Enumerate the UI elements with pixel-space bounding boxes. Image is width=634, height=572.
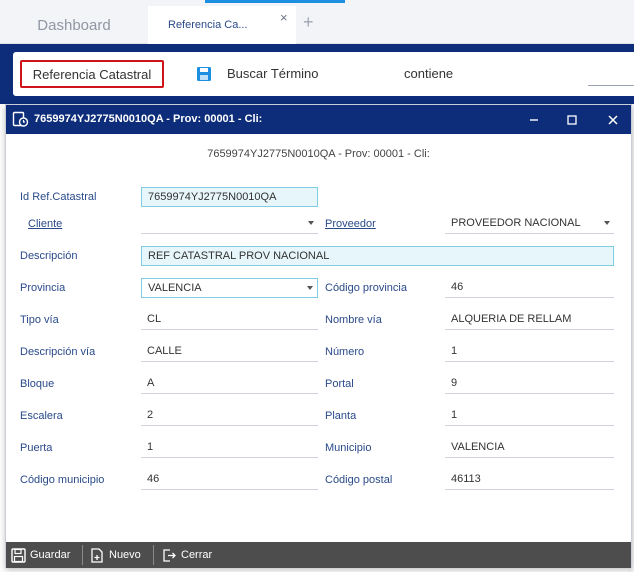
numero-field[interactable]: 1 [445, 342, 614, 362]
exit-icon [163, 548, 176, 562]
minimize-button[interactable] [523, 109, 545, 131]
puerta-field[interactable]: 1 [141, 438, 318, 458]
provincia-select[interactable]: VALENCIA [141, 278, 318, 298]
tab-close-icon[interactable]: × [280, 10, 288, 25]
cerrar-button[interactable]: Cerrar [162, 542, 212, 568]
cliente-select[interactable] [141, 214, 318, 234]
footer-divider [153, 545, 154, 565]
puerta-label: Puerta [20, 442, 53, 454]
nuevo-button[interactable]: Nuevo [90, 542, 141, 568]
tab-dashboard-label: Dashboard [37, 16, 111, 34]
portal-field[interactable]: 9 [445, 374, 614, 394]
dialog-footer: Guardar Nuevo Cerrar [6, 542, 631, 568]
active-tab-indicator [205, 0, 345, 3]
provincia-label: Provincia [20, 282, 66, 294]
provincia-value: VALENCIA [148, 282, 202, 294]
tab-dashboard[interactable]: Dashboard [0, 6, 148, 44]
dialog-title: 7659974YJ2775N0010QA - Prov: 00001 - Cli… [34, 113, 263, 125]
codigo-provincia-field[interactable]: 46 [445, 278, 614, 298]
proveedor-value: PROVEEDOR NACIONAL [451, 217, 581, 229]
dialog-header: 7659974YJ2775N0010QA - Prov: 00001 - Cli… [6, 105, 631, 134]
cerrar-label: Cerrar [181, 549, 213, 561]
escalera-label: Escalera [20, 410, 63, 422]
guardar-label: Guardar [30, 549, 71, 561]
codigo-provincia-label: Código provincia [325, 282, 407, 294]
add-tab-icon[interactable]: + [303, 12, 314, 33]
id-ref-catastral-label: Id Ref.Catastral [20, 191, 97, 203]
tab-referencia-label: Referencia Ca... [168, 19, 248, 31]
minimize-icon [530, 119, 538, 121]
escalera-field[interactable]: 2 [141, 406, 318, 426]
tab-bar: Dashboard Referencia Ca... × + [0, 0, 634, 44]
guardar-button[interactable]: Guardar [11, 542, 70, 568]
referencia-catastral-dialog: 7659974YJ2775N0010QA - Prov: 00001 - Cli… [5, 104, 632, 568]
nuevo-label: Nuevo [109, 549, 141, 561]
descripcion-field[interactable]: REF CATASTRAL PROV NACIONAL [141, 246, 614, 266]
nombre-via-field[interactable]: ALQUERIA DE RELLAM [445, 310, 614, 330]
codigo-municipio-label: Código municipio [20, 474, 105, 486]
buscar-termino-label[interactable]: Buscar Término [227, 66, 319, 81]
tab-referencia-catastral[interactable]: Referencia Ca... [148, 6, 296, 44]
chevron-down-icon [604, 221, 610, 225]
codigo-postal-field[interactable]: 46113 [445, 470, 614, 490]
search-input[interactable] [588, 85, 634, 86]
footer-divider [82, 545, 83, 565]
new-document-icon [91, 547, 103, 563]
descripcion-label: Descripción [20, 250, 78, 262]
portal-label: Portal [325, 378, 354, 390]
planta-field[interactable]: 1 [445, 406, 614, 426]
planta-label: Planta [325, 410, 357, 422]
numero-label: Número [325, 346, 365, 358]
close-dialog-button[interactable] [602, 109, 624, 131]
dialog-subtitle: 7659974YJ2775N0010QA - Prov: 00001 - Cli… [207, 148, 430, 160]
codigo-postal-label: Código postal [325, 474, 393, 486]
proveedor-link[interactable]: Proveedor [325, 218, 376, 230]
search-toolbar: Referencia Catastral Buscar Término cont… [0, 44, 634, 104]
maximize-icon [567, 115, 577, 125]
save-icon[interactable] [196, 66, 212, 82]
maximize-button[interactable] [561, 109, 583, 131]
save-icon [11, 547, 26, 563]
municipio-field[interactable]: VALENCIA [445, 438, 614, 458]
id-ref-catastral-field[interactable]: 7659974YJ2775N0010QA [141, 187, 318, 207]
codigo-municipio-field[interactable]: 46 [141, 470, 318, 490]
document-clock-icon [12, 111, 29, 127]
descripcion-via-label: Descripción vía [20, 346, 96, 358]
search-toolbar-body: Referencia Catastral Buscar Término cont… [13, 52, 634, 96]
close-icon [608, 115, 618, 125]
cliente-link[interactable]: Cliente [28, 218, 62, 230]
chevron-down-icon [307, 286, 313, 290]
proveedor-select[interactable]: PROVEEDOR NACIONAL [445, 214, 614, 234]
nombre-via-label: Nombre vía [325, 314, 382, 326]
tipo-via-label: Tipo vía [20, 314, 59, 326]
referencia-catastral-button[interactable]: Referencia Catastral [20, 60, 164, 88]
descripcion-via-field[interactable]: CALLE [141, 342, 318, 362]
referencia-catastral-button-label: Referencia Catastral [32, 66, 152, 82]
chevron-down-icon [308, 221, 314, 225]
tipo-via-field[interactable]: CL [141, 310, 318, 330]
bloque-label: Bloque [20, 378, 55, 390]
contiene-operator[interactable]: contiene [404, 66, 453, 81]
bloque-field[interactable]: A [141, 374, 318, 394]
municipio-label: Municipio [325, 442, 372, 454]
